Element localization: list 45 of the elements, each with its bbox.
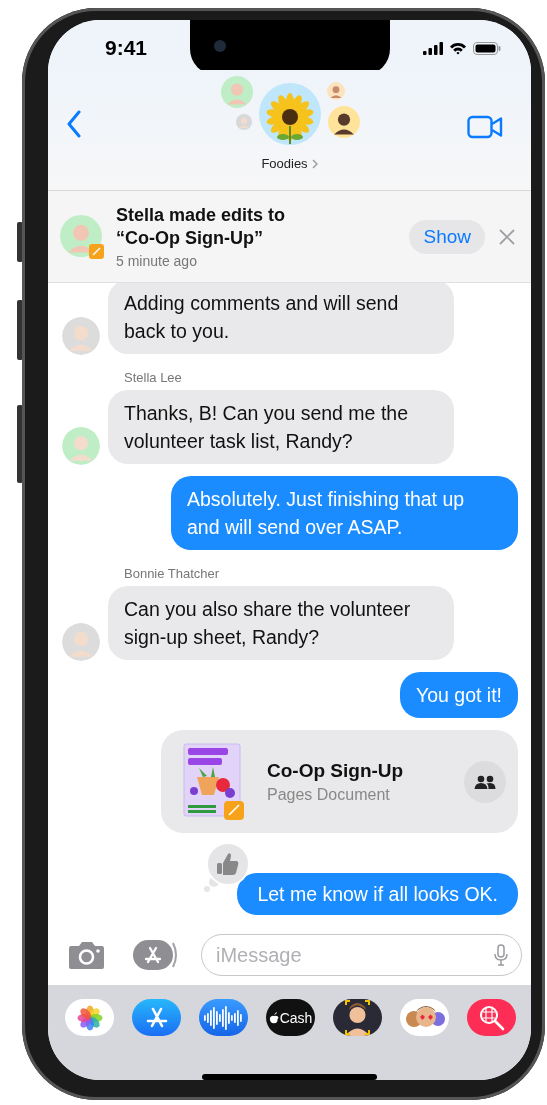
- chevron-icon: [311, 158, 318, 169]
- sender-name: Stella Lee: [124, 370, 182, 385]
- message-bubble: Absolutely. Just finishing that up and will send over ASAP.: [171, 476, 518, 550]
- search-icon: [477, 1003, 506, 1032]
- notification-title: Stella made edits to “Co-Op Sign-Up”: [116, 204, 287, 250]
- sender-name: Bonnie Thatcher: [124, 566, 220, 581]
- avatar: [235, 114, 252, 130]
- close-icon[interactable]: [499, 228, 515, 245]
- message-bubble: Can you also share the volunteer sign-up sheet, Randy?: [108, 586, 454, 660]
- avatar: [220, 76, 253, 108]
- status-time: 9:41: [105, 36, 148, 60]
- avatar: [60, 214, 102, 257]
- signal-icon: [423, 41, 443, 55]
- avatar: [327, 106, 360, 138]
- camera-icon: [68, 940, 105, 970]
- wifi-icon: [449, 41, 467, 55]
- cash-button[interactable]: Cash: [266, 999, 315, 1036]
- microphone-icon[interactable]: [494, 944, 508, 966]
- message-field[interactable]: iMessage: [201, 934, 522, 976]
- back-icon: [66, 110, 82, 138]
- document-type: Pages Document: [267, 785, 391, 804]
- document-title: Co-Op Sign-Up: [267, 759, 405, 782]
- photos-app-button[interactable]: [65, 999, 114, 1036]
- memoji-button[interactable]: [333, 999, 382, 1036]
- audio-message-button[interactable]: [199, 999, 248, 1036]
- waveform-icon: [203, 1004, 244, 1031]
- message-bubble: You got it!: [399, 672, 518, 718]
- group-name[interactable]: Foodies: [261, 156, 308, 171]
- video-call-icon[interactable]: [467, 115, 503, 139]
- camera-button[interactable]: [68, 940, 105, 970]
- app-store-icon: [133, 940, 179, 970]
- apps-button[interactable]: [133, 940, 179, 970]
- stickers-button[interactable]: [400, 999, 449, 1036]
- camera-lens: [214, 40, 226, 52]
- image-search-button[interactable]: [467, 999, 516, 1036]
- document-card[interactable]: Co-Op Sign-Up Pages Document: [161, 730, 518, 833]
- people-icon: [474, 774, 496, 789]
- message-bubble: Adding comments and will send back to you.: [108, 283, 454, 354]
- group-photo: [258, 83, 321, 145]
- avatar: [326, 82, 345, 100]
- battery-icon: [473, 41, 501, 55]
- notification-time: 5 minute ago: [116, 253, 198, 269]
- message-bubble: Thanks, B! Can you send me the volunteer task list, Randy?: [108, 390, 454, 464]
- app-store-button[interactable]: [132, 999, 181, 1036]
- collaborate-button[interactable]: [464, 760, 506, 803]
